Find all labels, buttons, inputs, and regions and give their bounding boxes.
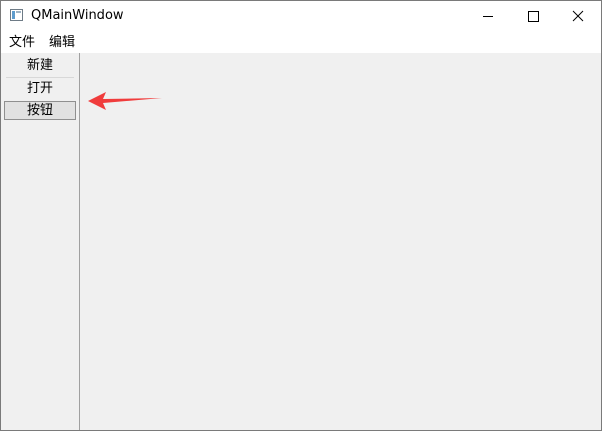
title-bar[interactable]: QMainWindow <box>1 1 601 32</box>
toolbar-new-button[interactable]: 新建 <box>4 57 76 75</box>
menu-edit[interactable]: 编辑 <box>49 35 75 51</box>
toolbar-open-button[interactable]: 打开 <box>4 80 76 98</box>
toolbar-separator <box>6 77 74 78</box>
red-arrow-icon <box>88 92 162 110</box>
menu-file[interactable]: 文件 <box>9 35 35 51</box>
maximize-button[interactable] <box>510 1 556 32</box>
app-window-icon <box>10 9 23 21</box>
toolbar-push-button[interactable]: 按钮 <box>4 101 76 120</box>
close-icon <box>572 10 584 22</box>
minimize-icon <box>483 16 493 17</box>
window-title: QMainWindow <box>31 8 124 23</box>
minimize-button[interactable] <box>465 1 511 32</box>
menu-bar: 文件 编辑 <box>1 32 601 53</box>
main-window: QMainWindow 文件 编辑 新建 打开 按钮 <box>0 0 602 431</box>
left-toolbar: 新建 打开 按钮 <box>1 53 80 430</box>
maximize-icon <box>528 11 539 22</box>
close-button[interactable] <box>555 1 601 32</box>
